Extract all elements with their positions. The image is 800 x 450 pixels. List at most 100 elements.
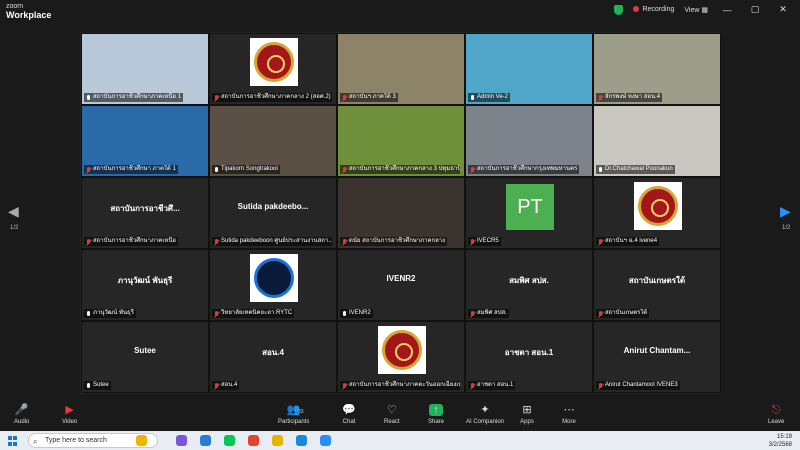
participant-caption: สถาบันเกษตรใต้ <box>605 310 648 316</box>
more-label: More <box>562 419 576 425</box>
mic-icon <box>86 382 91 389</box>
video-off-icon: ▶ <box>65 404 74 416</box>
line-icon[interactable] <box>224 435 235 446</box>
gallery-view: สถาบันการอาชีวศึกษาภาคเหนือ 1 สถาบันการอา… <box>80 32 721 394</box>
ai-companion-button[interactable]: ✦ AI Companion <box>466 404 504 425</box>
mic-icon <box>598 166 603 173</box>
participant-name-label: จักรพงษ์ หงษา สอน.4 <box>596 93 663 102</box>
clock-time: 15:19 <box>776 434 792 440</box>
chat-icon: 💬 <box>342 404 356 416</box>
security-shield-icon[interactable] <box>614 4 624 15</box>
participant-tile[interactable]: สมพิศ สปส. สมพิศ สปส. <box>465 249 593 321</box>
participant-tile[interactable]: ภานุวัฒน์ พันธุรี ภานุวัฒน์ พันธุรี <box>81 249 209 321</box>
institution-emblem-icon <box>250 38 298 86</box>
participants-button[interactable]: 👥 33 Participants <box>278 404 309 425</box>
chat-label: Chat <box>342 419 356 425</box>
view-button[interactable]: View ▦ <box>684 6 708 14</box>
leave-button[interactable]: ⎋ Leave <box>768 404 784 425</box>
participant-tile[interactable]: สถาบันการอาชีวศึกษากรุงเทพมหานคร <box>465 105 593 177</box>
participant-tile[interactable]: สถาบันการอาชีวศึ... สถาบันการอาชีวศึกษาภา… <box>81 177 209 249</box>
participant-tile[interactable]: สอน.4 สอน.4 <box>209 321 337 393</box>
share-label: Share <box>428 419 445 425</box>
participant-tile[interactable]: Tipakorn Songtrakool <box>209 105 337 177</box>
mic-muted-icon <box>214 382 219 389</box>
mic-icon <box>86 310 91 317</box>
participant-tile[interactable]: สถาบันการอาชีวศึกษาภาคเหนือ 1 <box>81 33 209 105</box>
folder-icon[interactable] <box>272 435 283 446</box>
prev-page-arrow-icon[interactable]: ◀ <box>8 203 19 220</box>
participant-display-name: Sutida pakdeebo... <box>237 202 309 211</box>
participant-caption: ภานุวัฒน์ พันธุรี <box>93 310 134 316</box>
participant-tile[interactable]: Anirut Chantam... Anirut Chantamool IVENE… <box>593 321 721 393</box>
audio-label: Audio <box>14 419 30 425</box>
recording-indicator[interactable]: Recording <box>633 6 674 13</box>
zoom-taskbar-icon[interactable] <box>320 435 331 446</box>
participant-tile[interactable]: สถาบันฯ ฉ.4 ivene4 <box>593 177 721 249</box>
participant-tile[interactable]: สถาบันการอาชีวศึกษาภาคกลาง 2 (สอศ.2) <box>209 33 337 105</box>
sparkle-icon: ✦ <box>480 404 490 416</box>
maximize-icon[interactable]: ▢ <box>746 4 764 15</box>
participant-caption: อาชดา สอน.1 <box>477 382 514 388</box>
participant-name-label: ดนัย สถาบันการอาชีวศึกษาภาคกลาง <box>340 237 448 246</box>
share-button[interactable]: ↑ Share <box>428 404 444 425</box>
edge-icon[interactable] <box>296 435 307 446</box>
mic-muted-icon <box>470 382 475 389</box>
chrome-icon[interactable] <box>248 435 259 446</box>
minimize-icon[interactable]: — <box>718 5 736 15</box>
participant-caption: สถาบันการอาชีวศึกษากรุงเทพมหานคร <box>477 166 578 172</box>
participant-tile[interactable]: สถาบันฯ ภาคใต้ 3 <box>337 33 465 105</box>
view-label: View <box>684 6 700 14</box>
app-icon[interactable] <box>176 435 187 446</box>
participant-name-label: สถาบันการอาชีวศึกษาภาคกลาง 2 (สอศ.2) <box>212 93 332 102</box>
participant-name-label: Admin Ve-2 <box>468 93 511 102</box>
more-button[interactable]: ⋯ More <box>562 404 576 425</box>
participant-initials-avatar: PT <box>506 184 554 230</box>
store-icon[interactable] <box>200 435 211 446</box>
institution-emblem-icon <box>634 182 682 230</box>
chat-button[interactable]: 💬 Chat <box>342 404 356 425</box>
participant-tile[interactable]: Dr.Chatchawal Poonakun <box>593 105 721 177</box>
participant-tile[interactable]: Sutida pakdeebo... Sutida pakdeeboon ศูนย… <box>209 177 337 249</box>
mic-icon <box>86 94 91 101</box>
studio-logo-icon <box>250 254 298 302</box>
participant-name-label: สอน.4 <box>212 381 240 390</box>
copilot-icon[interactable] <box>136 435 147 446</box>
participant-tile[interactable]: ดนัย สถาบันการอาชีวศึกษาภาคกลาง <box>337 177 465 249</box>
mic-muted-icon <box>598 382 603 389</box>
participant-tile[interactable]: อาชดา สอน.1 อาชดา สอน.1 <box>465 321 593 393</box>
participant-tile[interactable]: วิทยาลัยเทคนิคยะลา RYTC <box>209 249 337 321</box>
participant-tile[interactable]: Admin Ve-2 <box>465 33 593 105</box>
participant-caption: สมพิศ สปส. <box>477 310 507 316</box>
react-button[interactable]: ♡ React <box>384 404 400 425</box>
participant-caption: สถาบันการอาชีวศึกษาภาคตะวันออกเฉียงเหนือ <box>349 382 460 388</box>
search-placeholder: Type here to search <box>45 437 107 444</box>
participant-name-label: Anirut Chantamool IVENE3 <box>596 381 680 390</box>
participant-caption: Anirut Chantamool IVENE3 <box>605 382 678 388</box>
apps-button[interactable]: ⊞ Apps <box>520 404 534 425</box>
close-icon[interactable]: ✕ <box>774 4 792 15</box>
leave-label: Leave <box>768 419 785 425</box>
participant-name-label: Sutee <box>84 381 111 390</box>
system-clock[interactable]: 15:19 3/2/2568 <box>769 433 792 449</box>
participant-tile[interactable]: Sutee Sutee <box>81 321 209 393</box>
participant-tile[interactable]: จักรพงษ์ หงษา สอน.4 <box>593 33 721 105</box>
windows-start-icon[interactable] <box>8 436 18 446</box>
participant-tile[interactable]: IVENR2 IVENR2 <box>337 249 465 321</box>
participant-display-name: สมพิศ สปส. <box>509 276 549 285</box>
participant-tile[interactable]: สถาบันการอาชีวศึกษาภาคกลาง 3 ปทุมธานี <box>337 105 465 177</box>
participant-name-label: สถาบันการอาชีวศึกษาภาคตะวันออกเฉียงเหนือ <box>340 381 460 390</box>
apps-icon: ⊞ <box>522 404 532 416</box>
mic-muted-icon <box>214 94 219 101</box>
participant-caption: IVENR2 <box>349 310 371 316</box>
participant-name-label: IVENR2 <box>340 309 373 318</box>
participant-caption: สถาบันการอาชีวศึกษาภาคเหนือ <box>93 238 177 244</box>
participant-tile[interactable]: PT IVECR5 <box>465 177 593 249</box>
participant-tile[interactable]: สถาบันการอาชีวศึกษาภาคตะวันออกเฉียงเหนือ <box>337 321 465 393</box>
mic-muted-icon <box>342 94 347 101</box>
participant-caption: IVECR5 <box>477 238 499 244</box>
next-page-arrow-icon[interactable]: ▶ <box>780 203 791 220</box>
video-button[interactable]: ▶ Video <box>62 404 77 425</box>
participant-tile[interactable]: สถาบันการอาชีวศึกษา ภาคใต้ 1 <box>81 105 209 177</box>
participant-tile[interactable]: สถาบันเกษตรใต้ สถาบันเกษตรใต้ <box>593 249 721 321</box>
audio-button[interactable]: 🎤 Audio <box>14 404 29 425</box>
